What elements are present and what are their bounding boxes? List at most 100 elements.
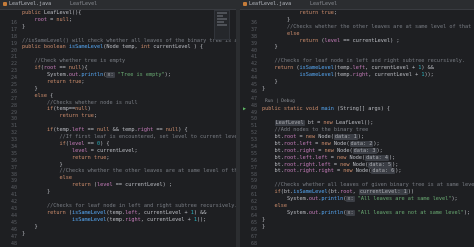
line-number[interactable]: 44 [240, 75, 260, 82]
line-number[interactable]: 33 [0, 137, 20, 144]
code-line[interactable] [262, 175, 474, 182]
code-line[interactable]: System.out.println(x: "Tree is empty"); [22, 72, 236, 79]
code-line[interactable]: return (level == currentLevel) ; [262, 38, 474, 45]
code-line[interactable]: bt.root.right.left = new Node(data: 5); [262, 161, 474, 169]
code-line[interactable]: root = null; [22, 17, 236, 24]
line-number[interactable]: 42 [240, 61, 260, 68]
code-line[interactable]: return true; [22, 113, 236, 120]
code-line[interactable]: } [22, 162, 236, 169]
line-number[interactable]: 59 [240, 178, 260, 185]
line-number[interactable]: 50 [240, 116, 260, 123]
line-number[interactable]: 29 [0, 110, 20, 117]
code-line[interactable] [262, 231, 474, 238]
line-number[interactable]: 18 [0, 34, 20, 41]
code-line[interactable]: } [262, 17, 474, 24]
line-number[interactable]: 35 [0, 151, 20, 158]
code-line[interactable]: } [22, 24, 236, 31]
code-line[interactable]: return (isSameLevel(temp.left, currentLe… [262, 65, 474, 72]
code-line[interactable]: } [22, 86, 236, 93]
code-line[interactable]: } [22, 231, 236, 238]
code-line[interactable]: } [262, 86, 474, 93]
right-code-editor[interactable]: return true; } //Checks whether the othe… [262, 10, 474, 247]
line-number[interactable]: 68 [240, 241, 260, 247]
line-number[interactable]: 36 [0, 158, 20, 165]
code-line[interactable]: public LeafLevel(){ [22, 10, 236, 17]
code-line[interactable]: isSameLevel(temp.right, currentLevel + 1… [262, 72, 474, 79]
line-number[interactable]: 40 [240, 48, 260, 55]
line-number[interactable]: 64 [240, 213, 260, 220]
line-number[interactable]: 65 [240, 220, 260, 227]
code-line[interactable]: //Checks whether the other leaves are at… [22, 168, 236, 175]
line-number[interactable]: 57 [240, 165, 260, 172]
line-number[interactable]: 43 [0, 206, 20, 213]
line-number[interactable]: 27 [0, 96, 20, 103]
line-number[interactable]: 55 [240, 151, 260, 158]
line-number[interactable]: 47 [0, 234, 20, 241]
line-number[interactable]: 34 [0, 144, 20, 151]
line-number[interactable]: 41 [0, 192, 20, 199]
line-number[interactable]: 43 [240, 68, 260, 75]
line-number[interactable]: 48 [0, 241, 20, 247]
line-number[interactable]: 32 [0, 130, 20, 137]
code-line[interactable]: bt.root.left = new Node(data: 2); [262, 140, 474, 148]
code-line[interactable]: //Checks whether the other leaves are at… [262, 24, 474, 31]
code-line[interactable]: return (isSameLevel(temp.left, currentLe… [22, 210, 236, 217]
code-line[interactable]: if(temp.left == null && temp.right == nu… [22, 127, 236, 134]
line-number[interactable]: 38 [0, 172, 20, 179]
code-line[interactable] [22, 196, 236, 203]
line-number[interactable]: 62 [240, 199, 260, 206]
code-line[interactable]: else [262, 203, 474, 210]
code-line[interactable]: //Add nodes to the binary tree [262, 127, 474, 134]
code-line[interactable]: public boolean isSameLevel(Node temp, in… [22, 44, 236, 51]
code-line[interactable]: } [262, 217, 474, 224]
code-line[interactable]: public static void main (String[] args) … [262, 106, 474, 113]
code-line[interactable]: //Check whether tree is empty [22, 58, 236, 65]
line-number[interactable]: 37 [240, 27, 260, 34]
code-line[interactable]: if(root == null){ [22, 65, 236, 72]
code-line[interactable] [22, 31, 236, 38]
left-minimap[interactable] [214, 10, 230, 40]
code-line[interactable]: return true; [22, 155, 236, 162]
line-number[interactable]: 28 [0, 103, 20, 110]
line-number[interactable]: 26 [0, 89, 20, 96]
left-code-editor[interactable]: public LeafLevel(){ root = null;} //isSam… [22, 10, 236, 247]
code-line[interactable]: bt.root.left.left = new Node(data: 4); [262, 154, 474, 162]
line-number[interactable]: 16 [0, 20, 20, 27]
line-number[interactable]: 23 [0, 68, 20, 75]
code-line[interactable]: //Checks for leaf node in left and right… [22, 203, 236, 210]
line-number[interactable]: 21 [0, 54, 20, 61]
line-number[interactable]: 63 [240, 206, 260, 213]
code-line[interactable]: bt.root = new Node(data: 1); [262, 134, 474, 141]
line-number[interactable]: 40 [0, 185, 20, 192]
line-number[interactable]: 60 [240, 185, 260, 192]
left-file-tab[interactable]: LeafLevel.java [3, 1, 51, 8]
line-number[interactable]: 67 [240, 234, 260, 241]
line-number[interactable]: 37 [0, 165, 20, 172]
line-number[interactable]: 39 [240, 41, 260, 48]
right-breadcrumb[interactable]: LeafLevel [310, 1, 337, 8]
line-number[interactable]: 24 [0, 75, 20, 82]
code-line[interactable]: if(level == 0) { [22, 141, 236, 148]
line-number[interactable]: 46 [0, 227, 20, 234]
run-debug-codelens[interactable]: Run | Debug [265, 99, 295, 104]
code-line[interactable]: System.out.println(x: "All leaves are at… [262, 196, 474, 203]
left-breadcrumb[interactable]: LeafLevel [70, 1, 97, 8]
code-line[interactable]: isSameLevel(temp.right, currentLevel + 1… [22, 217, 236, 224]
code-line[interactable] [22, 120, 236, 127]
code-line[interactable]: } [22, 224, 236, 231]
line-number[interactable]: 36 [240, 20, 260, 27]
code-line[interactable]: else { [22, 93, 236, 100]
code-line[interactable]: //If first leaf is encountered, set leve… [22, 134, 236, 141]
code-line[interactable]: else [262, 31, 474, 38]
line-number[interactable]: 44 [0, 213, 20, 220]
line-number[interactable]: 31 [0, 123, 20, 130]
code-line[interactable]: //Checks for leaf node in left and right… [262, 58, 474, 65]
code-line[interactable]: if(bt.isSameLevel(bt.root, currentLevel:… [262, 189, 474, 196]
line-number[interactable]: 56 [240, 158, 260, 165]
code-line[interactable]: return (level == currentLevel) ; [22, 182, 236, 189]
line-number[interactable]: 66 [240, 227, 260, 234]
code-line[interactable] [262, 113, 474, 120]
line-number[interactable]: 42 [0, 199, 20, 206]
code-line[interactable]: //Checks whether node is null [22, 100, 236, 107]
line-number[interactable]: 52 [240, 130, 260, 137]
